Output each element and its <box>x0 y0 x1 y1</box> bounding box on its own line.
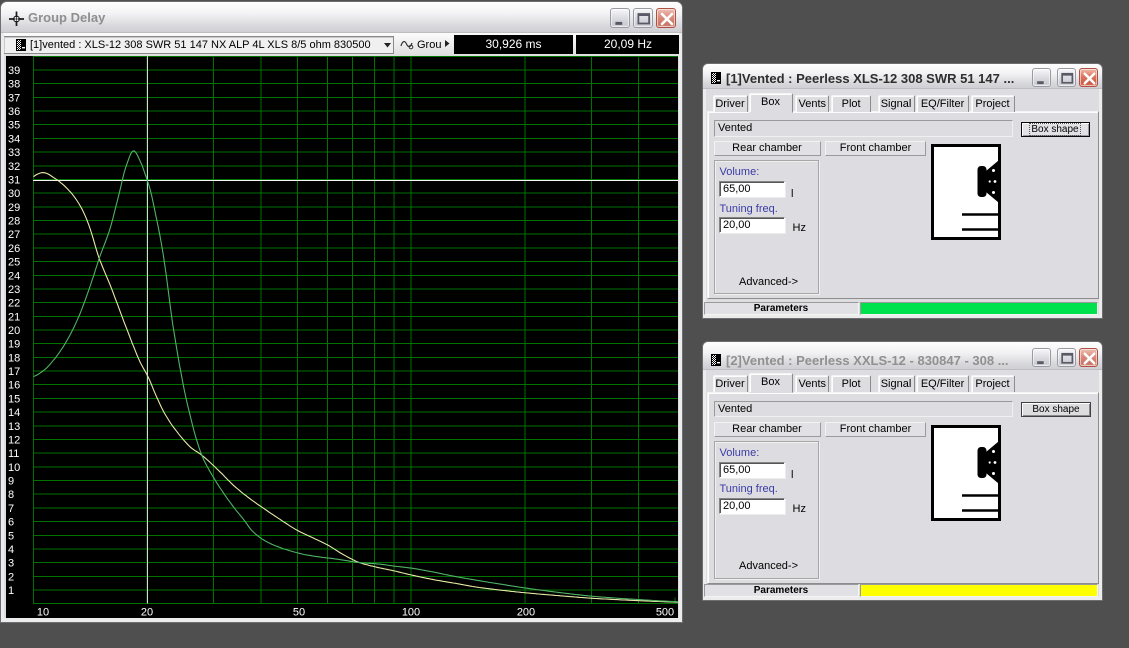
svg-text:20: 20 <box>141 607 153 619</box>
svg-text:5: 5 <box>8 530 14 542</box>
svg-text:13: 13 <box>8 421 20 433</box>
svg-text:10: 10 <box>8 462 20 474</box>
svg-text:7: 7 <box>8 503 14 515</box>
svg-text:32: 32 <box>8 161 20 173</box>
svg-text:26: 26 <box>8 243 20 255</box>
svg-text:9: 9 <box>8 476 14 488</box>
svg-text:4: 4 <box>8 544 14 556</box>
svg-text:6: 6 <box>8 517 14 529</box>
svg-text:19: 19 <box>8 339 20 351</box>
svg-text:27: 27 <box>8 229 20 241</box>
svg-text:15: 15 <box>8 393 20 405</box>
svg-text:39: 39 <box>8 65 20 77</box>
svg-text:35: 35 <box>8 120 20 132</box>
svg-text:11: 11 <box>8 448 19 460</box>
svg-text:12: 12 <box>8 435 20 447</box>
svg-text:16: 16 <box>8 380 20 392</box>
svg-text:21: 21 <box>8 311 20 323</box>
svg-text:22: 22 <box>8 298 20 310</box>
svg-text:100: 100 <box>402 607 420 619</box>
svg-text:20: 20 <box>8 325 20 337</box>
svg-text:36: 36 <box>8 106 20 118</box>
svg-text:31: 31 <box>8 175 20 187</box>
svg-text:14: 14 <box>8 407 20 419</box>
svg-text:200: 200 <box>517 607 535 619</box>
svg-text:34: 34 <box>8 133 20 145</box>
svg-text:30: 30 <box>8 188 20 200</box>
svg-text:18: 18 <box>8 352 20 364</box>
svg-text:50: 50 <box>293 607 305 619</box>
svg-text:1: 1 <box>8 585 14 597</box>
svg-text:29: 29 <box>8 202 20 214</box>
svg-text:500: 500 <box>656 607 674 619</box>
svg-text:8: 8 <box>8 489 14 501</box>
svg-text:23: 23 <box>8 284 20 296</box>
svg-text:3: 3 <box>8 558 14 570</box>
svg-text:24: 24 <box>8 270 20 282</box>
svg-text:33: 33 <box>8 147 20 159</box>
svg-text:25: 25 <box>8 257 20 269</box>
svg-text:10: 10 <box>37 607 49 619</box>
svg-text:28: 28 <box>8 216 20 228</box>
svg-text:37: 37 <box>8 92 20 104</box>
svg-text:17: 17 <box>8 366 20 378</box>
svg-text:2: 2 <box>8 571 14 583</box>
svg-text:38: 38 <box>8 79 20 91</box>
